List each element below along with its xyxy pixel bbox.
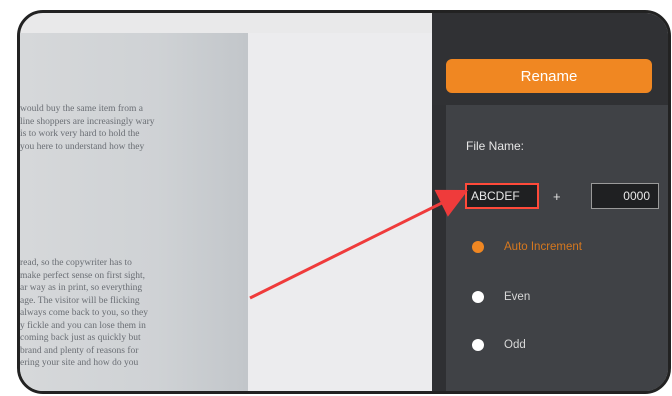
scan-line: would buy the same item from a bbox=[20, 104, 143, 114]
radio-selected-icon[interactable] bbox=[472, 241, 484, 253]
scan-line: you here to understand how they bbox=[20, 141, 145, 152]
option-odd[interactable]: Odd bbox=[472, 339, 526, 351]
scan-line: y fickle and you can lose them in bbox=[20, 320, 146, 331]
rename-panel: Rename File Name: ABCDEF + 0000 Auto Inc… bbox=[432, 13, 668, 391]
radio-icon[interactable] bbox=[472, 291, 484, 303]
option-even[interactable]: Even bbox=[472, 291, 530, 303]
scan-line: always come back to you, so they bbox=[20, 308, 148, 318]
number-input[interactable]: 0000 bbox=[591, 183, 659, 209]
radio-icon[interactable] bbox=[472, 339, 484, 351]
blank-page bbox=[248, 33, 432, 391]
rename-button[interactable]: Rename bbox=[446, 59, 652, 93]
scan-paragraph-1: would buy the same item from a line shop… bbox=[20, 103, 240, 153]
screenshot-frame: would buy the same item from a line shop… bbox=[17, 10, 671, 394]
scan-line: is to work very hard to hold the bbox=[20, 129, 140, 139]
scan-paragraph-2: read, so the copywriter has to make perf… bbox=[20, 257, 240, 370]
file-name-label: File Name: bbox=[466, 139, 525, 153]
scan-line: read, so the copywriter has to bbox=[20, 258, 132, 268]
scan-line: coming back just as quickly but bbox=[20, 333, 141, 343]
scan-line: age. The visitor will be flicking bbox=[20, 295, 140, 306]
scan-line: brand and plenty of reasons for bbox=[20, 345, 139, 356]
scanned-page: would buy the same item from a line shop… bbox=[20, 33, 248, 391]
panel-header: Rename bbox=[432, 13, 668, 105]
scan-line: ar way as in print, so everything bbox=[20, 283, 143, 293]
scan-line: make perfect sense on first sight, bbox=[20, 270, 146, 281]
option-auto-increment[interactable]: Auto Increment bbox=[472, 241, 582, 253]
scan-line: ering your site and how do you bbox=[20, 358, 139, 368]
scan-line: line shoppers are increasingly wary bbox=[20, 116, 155, 127]
option-label: Even bbox=[504, 291, 531, 303]
option-label: Odd bbox=[504, 339, 526, 351]
option-label: Auto Increment bbox=[504, 241, 582, 253]
file-name-input[interactable]: ABCDEF bbox=[465, 183, 539, 209]
plus-sign: + bbox=[553, 189, 561, 204]
